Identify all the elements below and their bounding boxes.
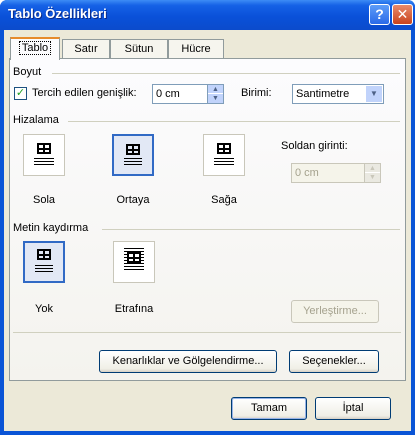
indent-label: Soldan girinti: bbox=[281, 140, 348, 152]
dialog-title: Tablo Özellikleri bbox=[8, 6, 107, 21]
wrap-group-divider bbox=[102, 229, 400, 230]
table-icon bbox=[217, 143, 231, 154]
cancel-button[interactable]: İptal bbox=[315, 397, 391, 420]
bottom-divider bbox=[13, 332, 401, 333]
unit-select[interactable]: Santimetre ▼ bbox=[292, 84, 384, 104]
ok-button[interactable]: Tamam bbox=[231, 397, 307, 420]
alignment-group-label: Hizalama bbox=[13, 114, 59, 126]
help-button[interactable]: ? bbox=[369, 4, 390, 25]
table-icon bbox=[126, 144, 140, 155]
align-right-button[interactable] bbox=[203, 134, 245, 176]
borders-shading-button[interactable]: Kenarlıklar ve Gölgelendirme... bbox=[99, 350, 277, 373]
preferred-width-checkbox[interactable]: ✓ bbox=[14, 87, 27, 100]
spin-up-icon[interactable]: ▲ bbox=[208, 85, 223, 94]
align-left-label: Sola bbox=[32, 194, 56, 206]
spin-down-icon: ▼ bbox=[365, 173, 380, 182]
text-lines-icon bbox=[35, 265, 53, 274]
align-left-button[interactable] bbox=[23, 134, 65, 176]
table-icon bbox=[127, 252, 141, 263]
size-group-label: Boyut bbox=[13, 66, 42, 78]
close-button[interactable]: ✕ bbox=[392, 4, 413, 25]
size-group-divider bbox=[52, 73, 400, 74]
options-button[interactable]: Seçenekler... bbox=[289, 350, 379, 373]
wrap-around-label: Etrafına bbox=[114, 303, 154, 315]
title-bar[interactable]: Tablo Özellikleri ? ✕ bbox=[0, 0, 415, 30]
indent-input: 0 cm ▲ ▼ bbox=[291, 163, 381, 183]
chevron-down-icon[interactable]: ▼ bbox=[366, 86, 382, 102]
align-center-button[interactable] bbox=[112, 134, 154, 176]
dialog-window: Tablo Özellikleri ? ✕ Tablo Satır Sütun … bbox=[0, 0, 415, 435]
text-lines-icon bbox=[124, 158, 142, 167]
dialog-client-area: Tablo Satır Sütun Hücre Boyut ✓ Tercih e… bbox=[4, 30, 411, 431]
tab-satir[interactable]: Satır bbox=[62, 39, 110, 59]
preferred-width-spinner[interactable]: ▲ ▼ bbox=[207, 85, 223, 103]
wrap-group-label: Metin kaydırma bbox=[13, 222, 89, 234]
text-lines-icon bbox=[214, 158, 234, 167]
wrap-around-button[interactable] bbox=[113, 241, 155, 283]
align-right-label: Sağa bbox=[211, 194, 237, 206]
tab-sutun[interactable]: Sütun bbox=[110, 39, 168, 59]
indent-spinner: ▲ ▼ bbox=[364, 164, 380, 182]
unit-label: Birimi: bbox=[241, 87, 272, 99]
tab-hucre[interactable]: Hücre bbox=[168, 39, 224, 59]
text-lines-icon bbox=[34, 158, 54, 167]
tab-tablo[interactable]: Tablo bbox=[10, 37, 60, 60]
alignment-group-divider bbox=[68, 121, 400, 122]
wrap-none-button[interactable] bbox=[23, 241, 65, 283]
preferred-width-input[interactable]: 0 cm ▲ ▼ bbox=[152, 84, 224, 104]
table-icon bbox=[37, 143, 51, 154]
table-icon bbox=[37, 249, 51, 260]
preferred-width-label: Tercih edilen genişlik: bbox=[32, 87, 137, 99]
positioning-button: Yerleştirme... bbox=[291, 300, 379, 323]
tab-panel-tablo: Boyut ✓ Tercih edilen genişlik: 0 cm ▲ ▼… bbox=[9, 58, 406, 381]
spin-up-icon: ▲ bbox=[365, 164, 380, 173]
spin-down-icon[interactable]: ▼ bbox=[208, 94, 223, 103]
wrap-none-label: Yok bbox=[35, 303, 53, 315]
align-center-label: Ortaya bbox=[116, 194, 150, 206]
